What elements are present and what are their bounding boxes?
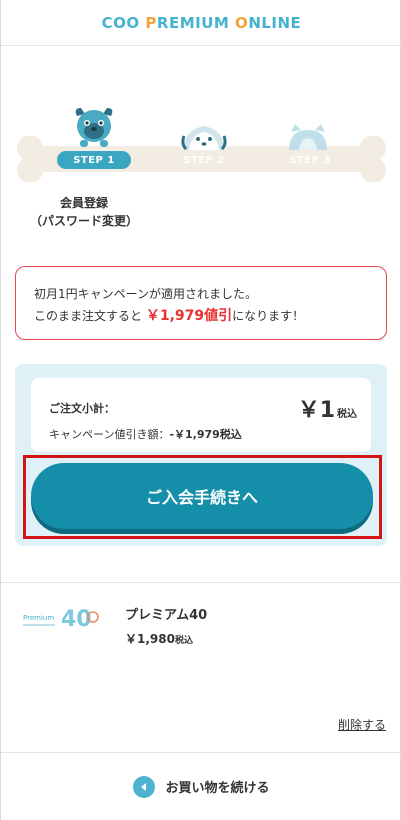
product-price-amount: ￥1,980 [125,632,175,646]
subtotal-value: ￥1 税込 [298,392,357,424]
order-summary-card: ご注文小計： ￥1 税込 キャンペーン値引き額：-￥1,979税込 [31,378,371,452]
product-price-tax: 税込 [174,636,193,646]
continue-shopping-label: お買い物を続ける [165,781,270,796]
subtotal-label: ご注文小計： [49,402,115,415]
step-1-caption: 会員登録 （パスワード変更） [21,194,147,230]
pug-dog-icon [75,108,113,147]
premium-40-logo-icon: Premium 40 [23,607,99,632]
join-procedure-button[interactable]: ご入会手続きへ [31,463,373,529]
shiba-dog-icon [289,124,327,150]
logo-premium-text: Premium [23,614,54,622]
logo-number-text: 40 [61,607,92,632]
logo-text-2: REMIUM [156,13,236,32]
product-name[interactable]: プレミアム40 [125,604,207,623]
step-3-pill: STEP 3 [289,154,331,166]
campaign-discount: ￥1,979値引 [145,308,233,324]
campaign-prefix: このまま注文すると [34,309,143,323]
step-caption-line1: 会員登録 [59,196,108,210]
campaign-line1: 初月1円キャンペーンが適用されました。 [34,287,258,301]
discount-row: キャンペーン値引き額：-￥1,979税込 [49,426,242,442]
campaign-suffix: になります！ [232,309,305,323]
delete-item-link[interactable]: 削除する [338,716,386,733]
divider [1,582,401,583]
subtotal-tax: 税込 [337,409,357,420]
continue-shopping-link[interactable]: お買い物を続ける [1,753,401,820]
step-caption-line2: （パスワード変更） [29,214,138,228]
discount-value: -￥1,979税込 [169,428,242,441]
back-arrow-icon [133,775,156,798]
step-2-pill: STEP 2 [183,154,225,166]
logo-text-1: COO [101,13,146,32]
page-frame: COO PREMIUM ONLINE STEP 1 STEP 2 STEP 3 … [0,0,401,820]
discount-label: キャンペーン値引き額： [49,428,170,441]
logo-text-3: NLINE [248,13,302,32]
site-logo[interactable]: COO PREMIUM ONLINE [102,14,302,32]
logo-letter-p: P [145,13,157,32]
subtotal-amount: ￥1 [297,398,335,423]
progress-steps: STEP 1 STEP 2 STEP 3 会員登録 （パスワード変更） [1,96,401,228]
product-price: ￥1,980税込 [125,630,193,647]
step-1-pill: STEP 1 [57,151,131,169]
campaign-notice: 初月1円キャンペーンが適用されました。 このまま注文すると ￥1,979値引にな… [15,266,387,340]
logo-letter-o: O [235,13,249,32]
site-header: COO PREMIUM ONLINE [1,0,401,46]
campaign-line2: このまま注文すると ￥1,979値引になります！ [34,305,372,327]
shih-tzu-dog-icon [181,126,227,150]
